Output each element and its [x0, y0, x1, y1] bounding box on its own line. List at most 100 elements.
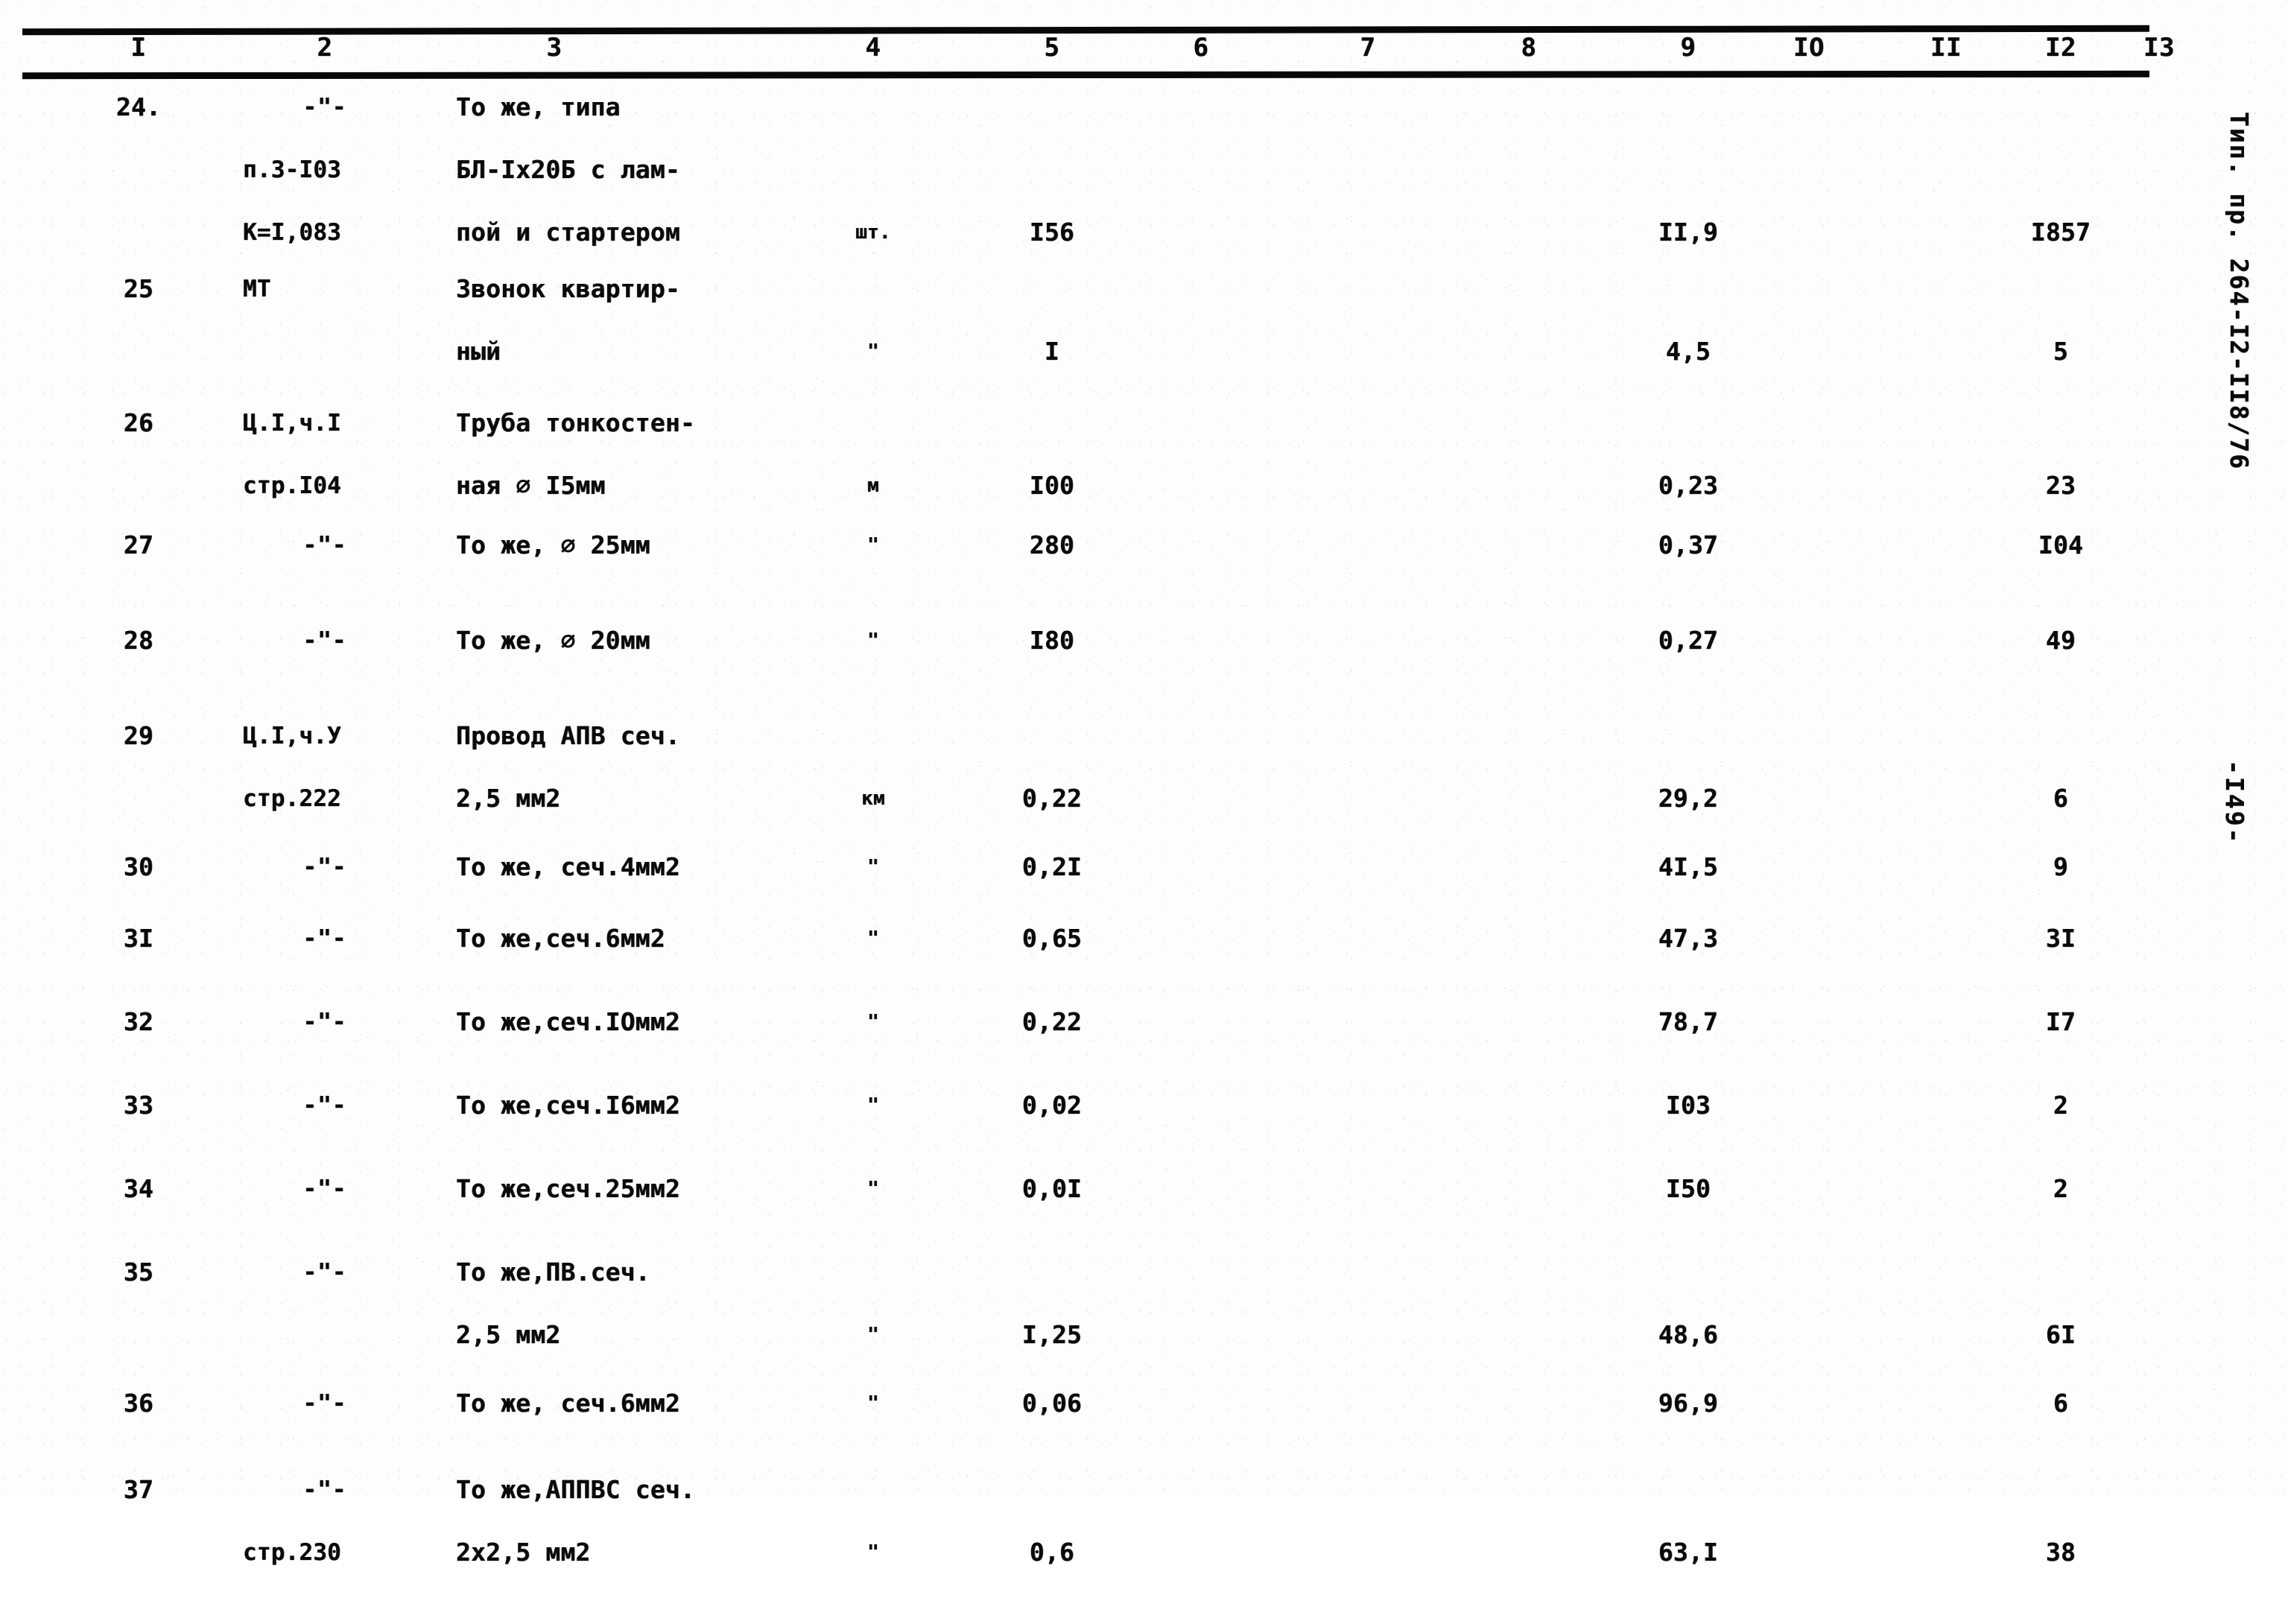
row-total: 2	[2053, 1091, 2069, 1120]
row-total: 23	[2045, 471, 2076, 500]
row-total: 3I	[2045, 924, 2076, 953]
row-unit-price: 63,I	[1658, 1538, 1719, 1567]
column-header-11: II	[1930, 33, 1962, 63]
row-total: I857	[2030, 218, 2091, 247]
row-total: 9	[2053, 852, 2069, 881]
table-row: 35 -"- То же,ПВ.сеч. 2,5 мм2 " I,25 48,6 6I	[0, 1256, 2161, 1406]
table-row: 37 -"- стр.230 То же,АППВС сеч. 2х2,5 мм2 " 0,…	[0, 1474, 2161, 1624]
column-header-13: I3	[2143, 33, 2175, 63]
row-quantity: 0,0I	[1021, 1174, 1083, 1203]
row-unit: "	[867, 1392, 879, 1415]
row-reference-line: -"-	[302, 1009, 347, 1035]
row-quantity: 0,6	[1029, 1538, 1075, 1567]
table-column-header-row: I 2 3 4 5 6 7 8 9 IO II I2 I3	[0, 33, 2175, 72]
table-row: 25 МТ Звонок квартир-ный " I 4,5 5	[0, 273, 2161, 423]
row-reference-line: -"-	[302, 94, 347, 121]
row-unit: "	[867, 1011, 879, 1033]
row-number: 32	[123, 1007, 154, 1036]
document-page: I 2 3 4 5 6 7 8 9 IO II I2 I3 24. -"- п.3-I03 К=I,083 То…	[0, 0, 2288, 1567]
row-description-line: То же, сеч.4мм2	[456, 852, 681, 881]
column-header-9: 9	[1680, 33, 1696, 63]
row-description-line: 2,5 мм2	[456, 1320, 561, 1349]
row-reference-line: -"-	[302, 1092, 347, 1119]
row-description-line: Звонок квартир-	[456, 274, 681, 303]
row-number: 27	[123, 530, 154, 559]
row-number: 28	[123, 626, 154, 655]
row-description-line: То же,сеч.25мм2	[456, 1174, 681, 1203]
row-total: 5	[2053, 337, 2069, 366]
row-unit: м	[867, 475, 879, 497]
row-unit-price: 96,9	[1658, 1389, 1719, 1418]
row-quantity: I00	[1029, 471, 1075, 500]
table-row: 27 -"- То же, ⌀ 25мм " 280 0,37 I04	[0, 529, 2161, 617]
row-total: 6	[2053, 784, 2069, 813]
column-header-7: 7	[1360, 33, 1376, 63]
row-number: 37	[123, 1475, 154, 1504]
row-reference-line: МТ	[243, 276, 271, 302]
row-unit: "	[867, 1094, 879, 1117]
row-total: 6	[2053, 1389, 2069, 1418]
row-number: 30	[123, 852, 154, 881]
column-header-4: 4	[865, 33, 881, 63]
row-unit-price: 0,37	[1658, 530, 1719, 559]
row-unit-price: II,9	[1658, 218, 1719, 247]
row-total: 2	[2053, 1174, 2069, 1203]
row-unit: "	[867, 856, 879, 878]
row-quantity: 280	[1029, 530, 1075, 559]
row-description-line: То же, типа	[456, 92, 621, 121]
row-unit: "	[867, 629, 879, 652]
table-row: 32 -"- То же,сеч.IОмм2 " 0,22 78,7 I7	[0, 1006, 2161, 1094]
row-description-line: То же, ⌀ 20мм	[456, 626, 650, 655]
row-quantity: I80	[1029, 626, 1075, 655]
row-total: 38	[2045, 1538, 2076, 1567]
row-reference-line: -"-	[302, 1390, 347, 1417]
table-row: 33 -"- То же,сеч.I6мм2 " 0,02 I03 2	[0, 1089, 2161, 1177]
row-number: 36	[123, 1389, 154, 1418]
table-row: 28 -"- То же, ⌀ 20мм " I80 0,27 49	[0, 624, 2161, 712]
row-quantity: 0,22	[1021, 1007, 1083, 1036]
row-unit: км	[861, 787, 885, 810]
row-number: 33	[123, 1091, 154, 1120]
row-reference-line: стр.222	[243, 785, 342, 812]
row-unit-price: 47,3	[1658, 924, 1719, 953]
row-total: I04	[2038, 530, 2084, 559]
row-description-line: 2х2,5 мм2	[456, 1538, 591, 1567]
row-unit: "	[867, 927, 879, 950]
row-quantity: I,25	[1021, 1320, 1083, 1349]
row-number: 29	[123, 721, 154, 750]
row-unit-price: I03	[1665, 1091, 1711, 1120]
row-description-line: Труба тонкостен-	[456, 408, 696, 437]
row-description-line: ная ⌀ I5мм	[456, 471, 606, 500]
table-row: 29 Ц.I,ч.У стр.222 Провод АПВ сеч. 2,5 мм2 км…	[0, 720, 2161, 870]
project-code-stamp: Тип. пр. 264-I2-II8/76	[2225, 112, 2254, 471]
column-header-2: 2	[317, 33, 333, 63]
row-unit: "	[867, 340, 879, 363]
row-reference-line: Ц.I,ч.I	[243, 410, 342, 437]
row-unit: "	[867, 1178, 879, 1200]
column-header-10: IO	[1793, 33, 1825, 63]
table-header-bottom-rule	[22, 70, 2150, 80]
row-number: 24.	[115, 92, 162, 121]
row-total: 6I	[2045, 1320, 2076, 1349]
row-reference-line: -"-	[302, 1476, 347, 1503]
row-quantity: I	[1044, 337, 1060, 366]
row-quantity: 0,06	[1021, 1389, 1083, 1418]
row-unit-price: 4,5	[1665, 337, 1711, 366]
row-total: 49	[2045, 626, 2076, 655]
row-description-line: То же,сеч.I6мм2	[456, 1091, 681, 1120]
column-header-5: 5	[1044, 33, 1060, 63]
row-reference-line: стр.I04	[243, 472, 342, 499]
row-description-line: То же,ПВ.сеч.	[456, 1257, 650, 1287]
row-description-line: То же, ⌀ 25мм	[456, 530, 650, 559]
row-reference-line: -"-	[302, 854, 347, 881]
row-reference-line: -"-	[302, 925, 347, 952]
row-unit-price: 0,27	[1658, 626, 1719, 655]
row-description-line: БЛ-Iх20Б с лам-	[456, 155, 681, 184]
row-number: 34	[123, 1174, 154, 1203]
table-row: 34 -"- То же,сеч.25мм2 " 0,0I I50 2	[0, 1173, 2161, 1260]
row-quantity: 0,22	[1021, 784, 1083, 813]
row-reference-line: Ц.I,ч.У	[243, 723, 342, 749]
row-description-line: пой и стартером	[456, 218, 681, 247]
row-number: 25	[123, 274, 154, 303]
row-number: 3I	[123, 924, 154, 953]
